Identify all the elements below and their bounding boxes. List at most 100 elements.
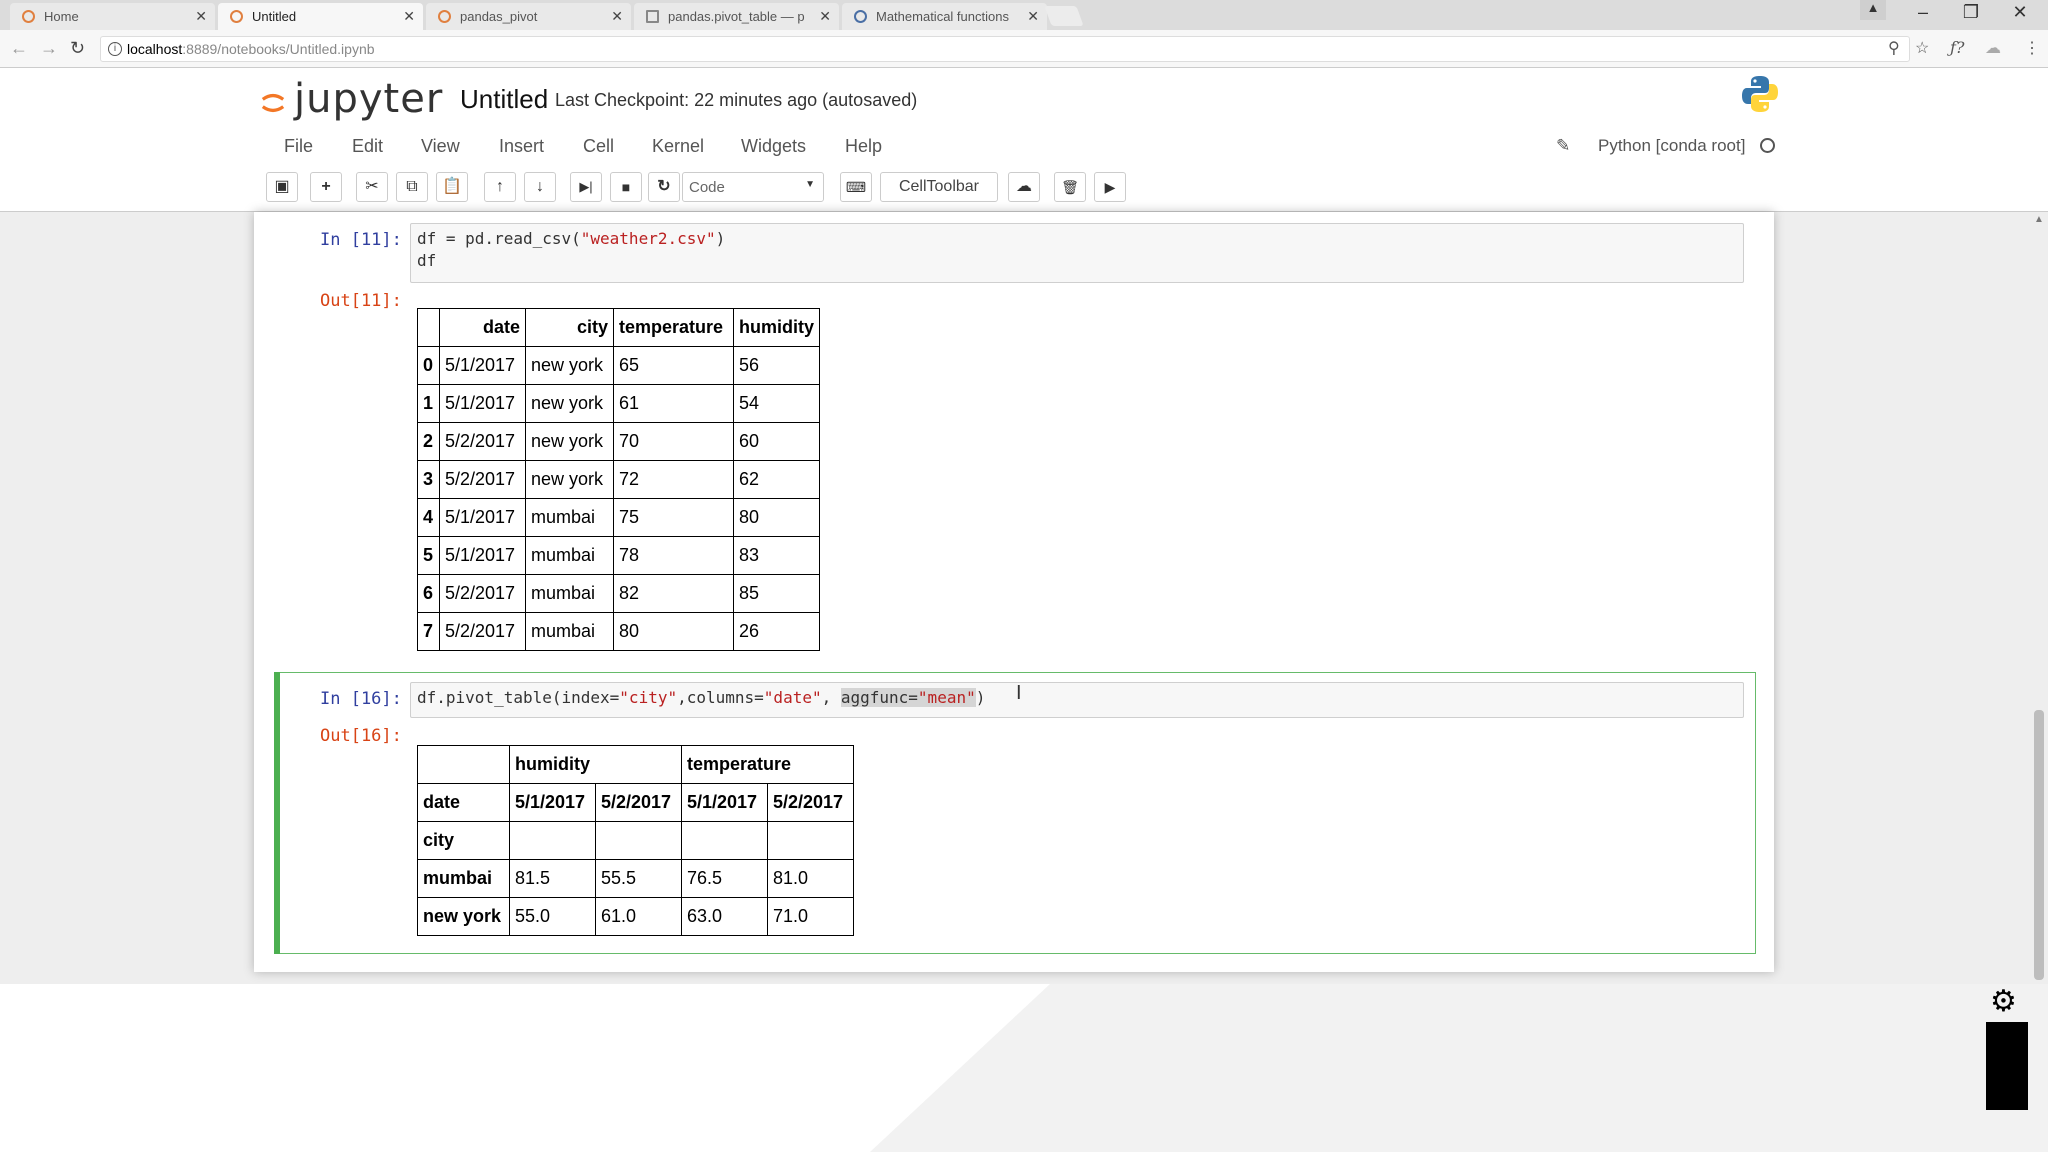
code-text: df = pd.read_csv(	[417, 229, 581, 248]
table-cell: 70	[613, 422, 734, 461]
kernel-status-icon	[1760, 138, 1775, 153]
scrollbar-thumb[interactable]	[2034, 710, 2044, 980]
input-prompt: In [16]:	[320, 689, 402, 709]
menu-bar: File Edit View Insert Cell Kernel Widget…	[0, 126, 2048, 166]
code-text: ,columns=	[677, 688, 764, 707]
row-index: 1	[417, 384, 440, 423]
menu-widgets[interactable]: Widgets	[741, 136, 806, 157]
jupyter-logo[interactable]: jupyter	[261, 76, 443, 122]
browser-tab-bar: Home ✕ Untitled ✕ pandas_pivot ✕ pandas.…	[0, 0, 2048, 30]
selected-code-string: "mean"	[917, 688, 976, 707]
notebook-title[interactable]: Untitled	[460, 84, 548, 115]
column-header: 5/2/2017	[767, 783, 854, 822]
close-icon[interactable]: ✕	[1027, 8, 1039, 25]
zoom-icon[interactable]: ⚲	[1888, 38, 1900, 58]
row-index: 7	[417, 612, 440, 651]
info-icon[interactable]: i	[108, 42, 122, 56]
column-header: humidity	[733, 308, 820, 347]
close-icon[interactable]: ✕	[819, 8, 831, 25]
tab-pandas-pivot[interactable]: pandas_pivot ✕	[426, 3, 631, 30]
table-cell: 5/2/2017	[439, 574, 526, 613]
menu-insert[interactable]: Insert	[499, 136, 544, 157]
table-row: 3 5/2/2017 new york 72 62	[417, 460, 820, 499]
close-icon[interactable]: ✕	[403, 8, 415, 25]
menu-help[interactable]: Help	[845, 136, 882, 157]
star-icon[interactable]: ☆	[1915, 38, 1929, 58]
paste-icon[interactable]: 📋	[436, 172, 468, 202]
close-window-button[interactable]: ✕	[2002, 2, 2038, 23]
menu-kernel[interactable]: Kernel	[652, 136, 704, 157]
empty-header	[767, 821, 854, 860]
table-cell: 5/2/2017	[439, 612, 526, 651]
video-icon[interactable]: ▶	[1094, 172, 1126, 202]
profile-icon[interactable]: ▲	[1860, 0, 1886, 20]
url-field[interactable]: i localhost:8889/notebooks/Untitled.ipyn…	[100, 36, 1910, 62]
column-header: 5/2/2017	[595, 783, 682, 822]
table-cell: 55.5	[595, 859, 682, 898]
reload-icon[interactable]: ↻	[70, 38, 85, 59]
row-index: 4	[417, 498, 440, 537]
tab-home[interactable]: Home ✕	[10, 3, 215, 30]
code-cell-input[interactable]: df = pd.read_csv("weather2.csv") df	[410, 223, 1744, 283]
table-row: 2 5/2/2017 new york 70 60	[417, 422, 820, 461]
cloud-extension-icon[interactable]: ☁	[1985, 38, 2001, 58]
menu-file[interactable]: File	[284, 136, 313, 157]
cell-type-select[interactable]: Code ▼	[682, 172, 824, 202]
extension-icon[interactable]: ƒ?	[1950, 38, 1965, 57]
table-cell: 82	[613, 574, 734, 613]
page-scrollbar[interactable]: ▲	[2030, 212, 2048, 984]
menu-cell[interactable]: Cell	[583, 136, 614, 157]
new-tab-button[interactable]	[1044, 6, 1084, 26]
copy-icon[interactable]: ⧉	[396, 172, 428, 202]
forward-icon[interactable]: →	[40, 38, 58, 59]
restore-button[interactable]: ❐	[1953, 2, 1989, 23]
minimize-button[interactable]: –	[1905, 2, 1941, 23]
row-index: 5	[417, 536, 440, 575]
browser-menu-icon[interactable]: ⋮	[2024, 38, 2040, 58]
row-index: new york	[417, 897, 510, 936]
cut-icon[interactable]: ✂	[356, 172, 388, 202]
interrupt-kernel-icon[interactable]: ■	[610, 172, 642, 202]
selected-code-text: aggfunc=	[840, 688, 918, 707]
save-icon[interactable]: ▣	[266, 172, 298, 202]
gear-icon[interactable]: ⚙	[1990, 984, 2017, 1019]
close-icon[interactable]: ✕	[195, 8, 207, 25]
tab-untitled[interactable]: Untitled ✕	[218, 3, 423, 30]
table-row: mumbai 81.5 55.5 76.5 81.0	[417, 859, 854, 898]
move-down-icon[interactable]: ↓	[524, 172, 556, 202]
row-index: 0	[417, 346, 440, 385]
move-up-icon[interactable]: ↑	[484, 172, 516, 202]
table-cell: mumbai	[525, 536, 614, 575]
menu-edit[interactable]: Edit	[352, 136, 383, 157]
table-cell: 76.5	[681, 859, 768, 898]
tab-label: Mathematical functions	[876, 9, 1009, 24]
output-prompt: Out[16]:	[320, 726, 402, 746]
empty-header	[595, 821, 682, 860]
command-palette-icon[interactable]: ⌨	[840, 172, 872, 202]
code-cell-input[interactable]: df.pivot_table(index="city",columns="dat…	[410, 682, 1744, 718]
jupyter-favicon-icon	[230, 10, 243, 23]
table-cell: mumbai	[525, 612, 614, 651]
table-cell: 78	[613, 536, 734, 575]
insert-cell-below-icon[interactable]: +	[310, 172, 342, 202]
close-icon[interactable]: ✕	[611, 8, 623, 25]
scroll-up-icon[interactable]: ▲	[2034, 214, 2044, 225]
tab-math-functions[interactable]: Mathematical functions ✕	[842, 3, 1047, 30]
table-cell: new york	[525, 422, 614, 461]
back-icon[interactable]: ←	[10, 38, 28, 59]
restart-kernel-icon[interactable]: ↻	[648, 172, 680, 202]
notebook-toolbar: ▣ + ✂ ⧉ 📋 ↑ ↓ ▶| ■ ↻ Code ▼ ⌨ CellToolba…	[0, 166, 2048, 212]
selected-cell-indicator	[274, 672, 280, 954]
celltoolbar-button[interactable]: CellToolbar	[880, 172, 998, 202]
run-cell-icon[interactable]: ▶|	[570, 172, 602, 202]
table-cell: new york	[525, 346, 614, 385]
tab-pivot-table-docs[interactable]: pandas.pivot_table — p ✕	[634, 3, 839, 30]
menu-view[interactable]: View	[421, 136, 460, 157]
table-cell: mumbai	[525, 574, 614, 613]
table-row: new york 55.0 61.0 63.0 71.0	[417, 897, 854, 936]
trash-icon[interactable]: 🗑	[1054, 172, 1086, 202]
code-string: "weather2.csv"	[580, 229, 716, 248]
upload-cloud-icon[interactable]: ☁	[1008, 172, 1040, 202]
table-header-row: date 5/1/2017 5/2/2017 5/1/2017 5/2/2017	[417, 783, 854, 822]
edit-pencil-icon[interactable]: ✎	[1556, 136, 1570, 156]
